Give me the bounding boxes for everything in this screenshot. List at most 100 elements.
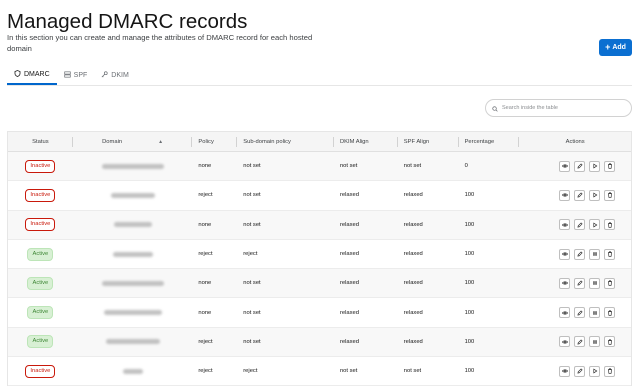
percentage-cell: 100 — [464, 221, 475, 228]
pause-button[interactable] — [589, 248, 601, 260]
delete-button[interactable] — [604, 219, 616, 231]
play-button[interactable] — [589, 365, 601, 377]
eye-icon — [561, 369, 568, 373]
status-badge: Active — [27, 247, 54, 261]
spf-align-cell: not set — [403, 368, 422, 375]
tab-dkim[interactable]: DKIM — [94, 66, 136, 85]
spf-align-cell: relaxed — [403, 309, 423, 316]
pencil-icon — [577, 163, 583, 169]
key-icon — [101, 71, 108, 80]
edit-button[interactable] — [574, 160, 586, 172]
trash-icon — [607, 280, 612, 286]
subdomain-policy-cell: not set — [243, 309, 261, 316]
redacted-domain — [101, 163, 164, 169]
policy-cell: reject — [198, 192, 213, 199]
status-badge: Inactive — [25, 218, 56, 232]
column-header-spf-align[interactable]: SPF Align — [398, 132, 459, 151]
delete-button[interactable] — [604, 307, 616, 319]
view-button[interactable] — [559, 336, 571, 348]
edit-button[interactable] — [574, 336, 586, 348]
tabs-divider — [7, 85, 632, 86]
redacted-domain — [103, 310, 162, 316]
delete-button[interactable] — [604, 336, 616, 348]
redacted-domain — [105, 339, 160, 345]
domain-cell — [73, 298, 193, 326]
play-button[interactable] — [589, 219, 601, 231]
shield-icon — [14, 70, 21, 79]
pause-button[interactable] — [589, 336, 601, 348]
status-cell: Inactive — [8, 152, 73, 180]
percentage-cell: 100 — [464, 280, 475, 287]
add-button[interactable]: + Add — [599, 39, 632, 56]
delete-button[interactable] — [604, 248, 616, 260]
table-row: Active none not set relaxed relaxed 100 — [8, 269, 631, 299]
redacted-domain — [110, 192, 155, 198]
dmarc-table: Status Domain ▲ Policy Sub-domain policy … — [7, 131, 632, 387]
domain-cell — [73, 357, 193, 385]
pencil-icon — [577, 192, 583, 198]
percentage-cell: 0 — [464, 163, 468, 170]
view-button[interactable] — [559, 248, 571, 260]
table-row: Inactive reject reject not set not set 1… — [8, 357, 631, 387]
sort-up-icon[interactable]: ▲ — [158, 139, 163, 145]
edit-button[interactable] — [574, 365, 586, 377]
tab-dmarc[interactable]: DMARC — [7, 66, 57, 85]
delete-button[interactable] — [604, 160, 616, 172]
trash-icon — [607, 310, 612, 316]
view-button[interactable] — [559, 277, 571, 289]
view-button[interactable] — [559, 219, 571, 231]
pause-button[interactable] — [589, 307, 601, 319]
policy-cell: none — [198, 280, 212, 287]
pencil-icon — [577, 310, 583, 316]
domain-cell — [73, 152, 193, 180]
column-header-dkim-align[interactable]: DKIM Align — [334, 132, 398, 151]
spf-align-cell: relaxed — [403, 192, 423, 199]
dkim-align-cell: relaxed — [339, 221, 359, 228]
view-button[interactable] — [559, 160, 571, 172]
edit-button[interactable] — [574, 219, 586, 231]
add-button-label: Add — [612, 44, 626, 51]
delete-button[interactable] — [604, 189, 616, 201]
tab-spf-label: SPF — [73, 72, 88, 79]
dkim-align-cell: relaxed — [339, 192, 359, 199]
view-button[interactable] — [559, 365, 571, 377]
pause-icon — [593, 340, 597, 344]
status-badge: Inactive — [25, 188, 56, 202]
play-button[interactable] — [589, 160, 601, 172]
edit-button[interactable] — [574, 248, 586, 260]
play-button[interactable] — [589, 189, 601, 201]
table-row: Inactive none not set not set not set 0 — [8, 152, 631, 182]
eye-icon — [561, 252, 568, 256]
domain-cell — [73, 181, 193, 209]
policy-cell: none — [198, 309, 212, 316]
column-header-subdomain-policy[interactable]: Sub-domain policy — [237, 132, 334, 151]
column-header-policy[interactable]: Policy — [192, 132, 238, 151]
view-button[interactable] — [559, 189, 571, 201]
actions-cell — [519, 211, 631, 239]
domain-cell — [73, 211, 193, 239]
subdomain-policy-cell: not set — [243, 221, 261, 228]
pause-button[interactable] — [589, 277, 601, 289]
redacted-domain — [112, 251, 153, 257]
edit-button[interactable] — [574, 277, 586, 289]
tab-spf[interactable]: SPF — [57, 66, 95, 85]
search-input[interactable] — [502, 105, 627, 111]
column-header-actions: Actions — [565, 138, 585, 145]
table-row: Inactive reject not set relaxed relaxed … — [8, 181, 631, 211]
pause-icon — [593, 281, 597, 286]
search-box[interactable] — [485, 99, 632, 117]
column-header-status[interactable]: Status — [8, 132, 73, 151]
column-header-domain[interactable]: Domain ▲ — [73, 132, 193, 151]
column-header-percentage[interactable]: Percentage — [459, 132, 520, 151]
pause-icon — [593, 310, 597, 315]
edit-button[interactable] — [574, 189, 586, 201]
delete-button[interactable] — [604, 277, 616, 289]
view-button[interactable] — [559, 307, 571, 319]
spf-align-cell: relaxed — [403, 338, 423, 345]
search-icon — [492, 99, 498, 117]
edit-button[interactable] — [574, 307, 586, 319]
delete-button[interactable] — [604, 365, 616, 377]
table-row: Active reject not set relaxed relaxed 10… — [8, 327, 631, 358]
table-row: Active reject reject relaxed relaxed 100 — [8, 240, 631, 270]
pencil-icon — [577, 222, 583, 228]
